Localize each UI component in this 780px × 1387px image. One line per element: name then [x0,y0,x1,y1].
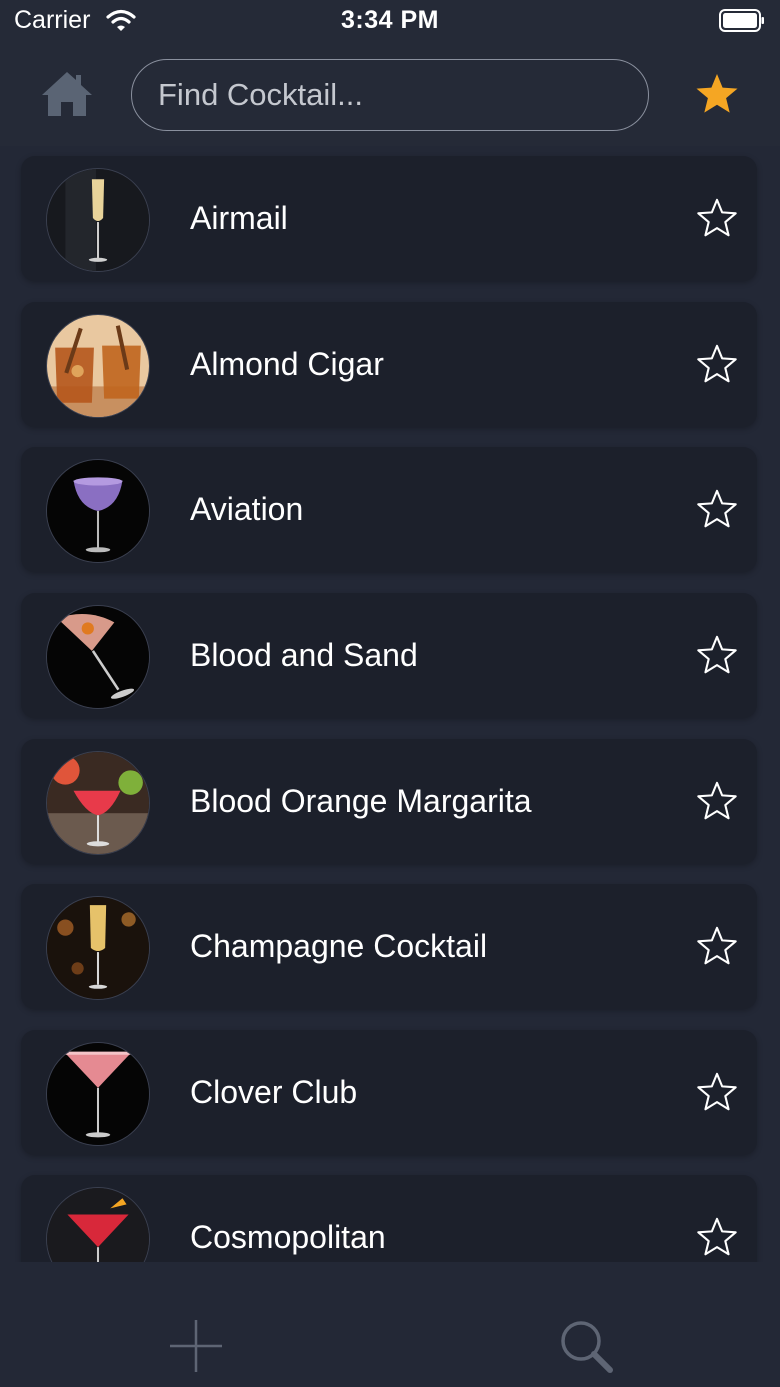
cocktail-name: Almond Cigar [190,346,384,382]
search-bar[interactable] [131,59,649,131]
home-icon[interactable] [40,70,94,118]
cocktail-card-airmail[interactable]: Airmail [21,156,757,281]
star-outline-icon[interactable] [695,634,739,676]
star-outline-icon[interactable] [695,197,739,239]
star-outline-icon[interactable] [695,1071,739,1113]
cocktail-name: Clover Club [190,1074,358,1110]
battery-icon [719,9,764,32]
cocktail-thumbnail [46,314,150,418]
cocktail-thumbnail [46,1042,150,1146]
cocktail-card-almond-cigar[interactable]: Almond Cigar [21,302,757,427]
cocktail-card-blood-orange-margarita[interactable]: Blood Orange Margarita [21,739,757,864]
star-outline-icon[interactable] [695,343,739,385]
cocktail-card-cosmopolitan[interactable]: Cosmopolitan [21,1175,757,1262]
cocktail-card-blood-and-sand[interactable]: Blood and Sand [21,593,757,718]
cocktail-card-clover-club[interactable]: Clover Club [21,1030,757,1155]
cocktail-card-aviation[interactable]: Aviation [21,447,757,572]
plus-icon[interactable] [168,1318,224,1374]
cocktail-name: Aviation [190,491,304,527]
cocktail-thumbnail [46,751,150,855]
status-time: 3:34 PM [341,6,439,34]
cocktail-card-champagne-cocktail[interactable]: Champagne Cocktail [21,884,757,1009]
star-outline-icon[interactable] [695,780,739,822]
cocktail-list[interactable]: Airmail Almond Cigar Aviation Blood and … [0,146,780,1262]
star-outline-icon[interactable] [695,925,739,967]
cocktail-thumbnail [46,168,150,272]
cocktail-thumbnail [46,605,150,709]
favorites-star-icon[interactable] [694,72,740,116]
star-outline-icon[interactable] [695,488,739,530]
cocktail-name: Cosmopolitan [190,1219,386,1255]
top-bar [0,44,780,146]
cocktail-name: Blood Orange Margarita [190,783,532,819]
cocktail-thumbnail [46,896,150,1000]
cocktail-name: Champagne Cocktail [190,928,488,964]
bottom-tab-bar [0,1262,780,1387]
star-outline-icon[interactable] [695,1216,739,1258]
status-bar: Carrier 3:34 PM [0,0,780,44]
cocktail-name: Airmail [190,200,288,236]
cocktail-thumbnail [46,1187,150,1262]
cocktail-name: Blood and Sand [190,637,418,673]
search-input[interactable] [158,60,628,130]
cocktail-thumbnail [46,459,150,563]
magnifier-icon[interactable] [558,1318,614,1374]
